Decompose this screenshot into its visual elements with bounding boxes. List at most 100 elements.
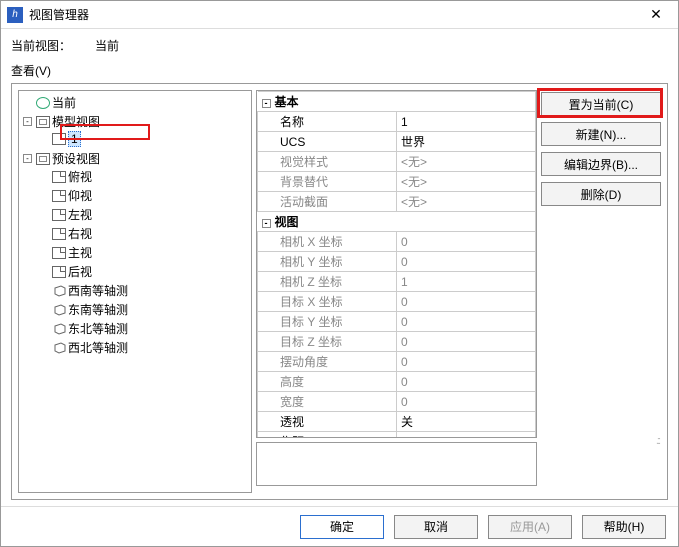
prop-key: 目标 Y 坐标 <box>258 312 397 332</box>
set-current-button[interactable]: 置为当前(C) <box>541 92 661 116</box>
tree-item-bottom[interactable]: 仰视 <box>39 186 249 205</box>
tree-item-model[interactable]: - 模型视图1 <box>23 112 249 149</box>
prop-row[interactable]: 背景替代<无> <box>258 172 536 192</box>
tree-label[interactable]: 主视 <box>68 244 92 261</box>
globe-icon <box>36 97 50 109</box>
new-button[interactable]: 新建(N)... <box>541 122 661 146</box>
bottom-buttons: 确定 取消 应用(A) 帮助(H) <box>1 506 678 546</box>
prop-row[interactable]: 焦距50 <box>258 432 536 439</box>
current-view-value: 当前 <box>95 37 119 54</box>
page-icon <box>52 266 66 278</box>
prop-section-title: 基本 <box>275 95 299 109</box>
prop-key: 相机 Z 坐标 <box>258 272 397 292</box>
current-view-label: 当前视图： <box>11 37 71 54</box>
prop-row[interactable]: 透视关 <box>258 412 536 432</box>
tree-label[interactable]: 东南等轴测 <box>68 301 128 318</box>
collapse-icon[interactable]: - <box>262 99 271 108</box>
apply-button[interactable]: 应用(A) <box>488 515 572 539</box>
tree-label[interactable]: 俯视 <box>68 168 92 185</box>
tree-label[interactable]: 后视 <box>68 263 92 280</box>
tree-label[interactable]: 西北等轴测 <box>68 339 128 356</box>
view-menu[interactable]: 查看(V) <box>11 62 668 79</box>
prop-row[interactable]: 相机 Z 坐标1 <box>258 272 536 292</box>
tree-spacer <box>39 286 48 295</box>
help-button[interactable]: 帮助(H) <box>582 515 666 539</box>
prop-value: 0 <box>397 352 536 372</box>
prop-key: 活动截面 <box>258 192 397 212</box>
tree-label[interactable]: 东北等轴测 <box>68 320 128 337</box>
prop-value: <无> <box>397 192 536 212</box>
page-icon <box>52 247 66 259</box>
tree-label[interactable]: 模型视图 <box>52 113 100 130</box>
property-panel: -基本名称1UCS世界视觉样式<无>背景替代<无>活动截面<无>-视图相机 X … <box>256 90 537 493</box>
prop-key: 目标 Z 坐标 <box>258 332 397 352</box>
resize-grip-icon[interactable]: .:: <box>656 435 659 447</box>
tree-spacer <box>39 267 48 276</box>
delete-button[interactable]: 删除(D) <box>541 182 661 206</box>
prop-key: 背景替代 <box>258 172 397 192</box>
prop-key: 相机 Y 坐标 <box>258 252 397 272</box>
ok-button[interactable]: 确定 <box>300 515 384 539</box>
tree-label[interactable]: 当前 <box>52 94 76 111</box>
tree-spacer <box>39 229 48 238</box>
prop-row[interactable]: 相机 Y 坐标0 <box>258 252 536 272</box>
prop-row[interactable]: UCS世界 <box>258 132 536 152</box>
tree-item-ne[interactable]: 东北等轴测 <box>39 319 249 338</box>
rect-icon <box>36 116 50 128</box>
prop-value[interactable]: 1 <box>397 112 536 132</box>
tree-item-se[interactable]: 东南等轴测 <box>39 300 249 319</box>
tree-label[interactable]: 1 <box>68 131 81 147</box>
tree-item-front[interactable]: 主视 <box>39 243 249 262</box>
cancel-button[interactable]: 取消 <box>394 515 478 539</box>
tree-label[interactable]: 左视 <box>68 206 92 223</box>
prop-row[interactable]: 目标 X 坐标0 <box>258 292 536 312</box>
tree-item-top[interactable]: 俯视 <box>39 167 249 186</box>
tree-item-left[interactable]: 左视 <box>39 205 249 224</box>
prop-row[interactable]: 活动截面<无> <box>258 192 536 212</box>
tree-item-sw[interactable]: 西南等轴测 <box>39 281 249 300</box>
prop-value[interactable]: 50 <box>397 432 536 439</box>
prop-section-title: 视图 <box>275 215 299 229</box>
prop-value[interactable]: 关 <box>397 412 536 432</box>
tree-label[interactable]: 预设视图 <box>52 150 100 167</box>
description-box <box>256 442 537 486</box>
cube-icon <box>52 323 66 335</box>
prop-section[interactable]: -基本 <box>258 92 536 112</box>
tree-item-preset[interactable]: - 预设视图俯视仰视左视右视主视后视西南等轴测东南等轴测东北等轴测西北等轴测 <box>23 149 249 358</box>
tree-item-nw[interactable]: 西北等轴测 <box>39 338 249 357</box>
prop-key: 摆动角度 <box>258 352 397 372</box>
view-tree[interactable]: 当前 - 模型视图1 - 预设视图俯视仰视左视右视主视后视西南等轴测东南等轴测东北等轴测… <box>18 90 252 493</box>
collapse-icon[interactable]: - <box>23 154 32 163</box>
prop-row[interactable]: 高度0 <box>258 372 536 392</box>
prop-value[interactable]: 世界 <box>397 132 536 152</box>
prop-value: 0 <box>397 332 536 352</box>
prop-value: 0 <box>397 252 536 272</box>
tree-item-right[interactable]: 右视 <box>39 224 249 243</box>
prop-row[interactable]: 目标 Y 坐标0 <box>258 312 536 332</box>
prop-section[interactable]: -视图 <box>258 212 536 232</box>
tree-item-new1[interactable]: 1 <box>39 130 249 148</box>
property-grid[interactable]: -基本名称1UCS世界视觉样式<无>背景替代<无>活动截面<无>-视图相机 X … <box>256 90 537 438</box>
page-icon <box>52 228 66 240</box>
prop-row[interactable]: 视觉样式<无> <box>258 152 536 172</box>
prop-row[interactable]: 摆动角度0 <box>258 352 536 372</box>
edit-bounds-button[interactable]: 编辑边界(B)... <box>541 152 661 176</box>
prop-row[interactable]: 名称1 <box>258 112 536 132</box>
main-area: 当前-模型视图1-预设视图俯视仰视左视右视主视后视西南等轴测东南等轴测东北等轴测… <box>11 83 668 500</box>
tree-spacer <box>39 172 48 181</box>
close-icon[interactable]: ✕ <box>640 3 672 27</box>
prop-key: 焦距 <box>258 432 397 439</box>
tree-label[interactable]: 西南等轴测 <box>68 282 128 299</box>
prop-row[interactable]: 宽度0 <box>258 392 536 412</box>
prop-row[interactable]: 相机 X 坐标0 <box>258 232 536 252</box>
tree-item-back[interactable]: 后视 <box>39 262 249 281</box>
collapse-icon[interactable]: - <box>262 219 271 228</box>
tree-spacer <box>39 305 48 314</box>
tree-label[interactable]: 仰视 <box>68 187 92 204</box>
collapse-icon[interactable]: - <box>23 117 32 126</box>
tree-spacer <box>39 324 48 333</box>
tree-label[interactable]: 右视 <box>68 225 92 242</box>
prop-key: 目标 X 坐标 <box>258 292 397 312</box>
tree-item-current[interactable]: 当前 <box>23 93 249 112</box>
prop-row[interactable]: 目标 Z 坐标0 <box>258 332 536 352</box>
